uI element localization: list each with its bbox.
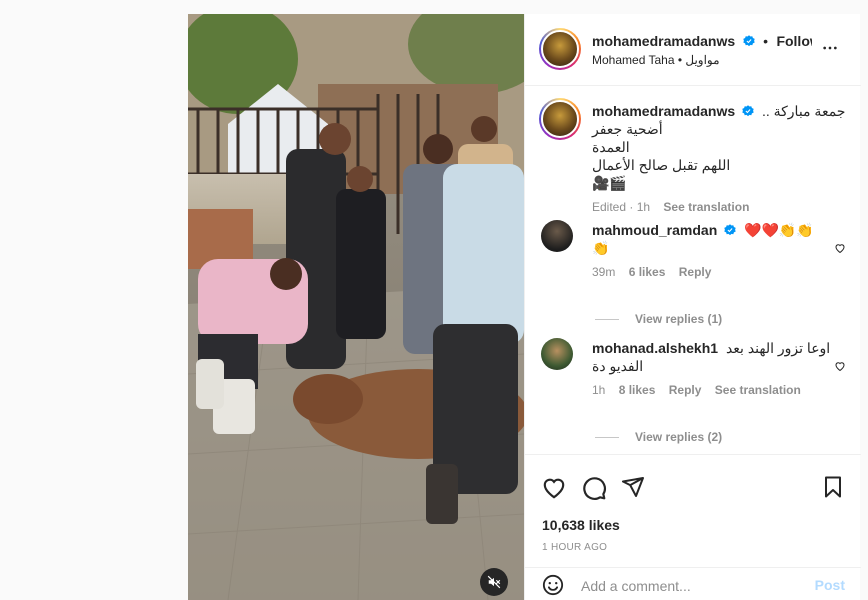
- more-icon[interactable]: [822, 40, 838, 56]
- caption-see-translation[interactable]: See translation: [663, 200, 749, 214]
- view-replies-label: View replies (1): [635, 312, 723, 326]
- caption-avatar[interactable]: [539, 98, 581, 140]
- post-modal: mohamedramadanws • Following Mohamed Tah…: [188, 14, 861, 600]
- likes-count[interactable]: 10,638 likes: [542, 517, 620, 533]
- author-username[interactable]: mohamedramadanws: [592, 33, 735, 49]
- video-frame: [188, 14, 524, 600]
- replies-divider: [595, 437, 619, 439]
- emoji-icon[interactable]: [542, 574, 564, 596]
- comment-time[interactable]: 39m: [592, 265, 615, 279]
- caption-username[interactable]: mohamedramadanws: [592, 103, 735, 119]
- mute-icon: [487, 575, 501, 589]
- replies-divider: [595, 319, 619, 321]
- comment-reply-button[interactable]: Reply: [669, 383, 702, 397]
- caption-line-2: أضحية جعفر العمدة: [592, 121, 663, 155]
- comment-time[interactable]: 1h: [592, 383, 605, 397]
- post-video[interactable]: [188, 14, 524, 600]
- caption-edited-time: Edited · 1h: [592, 200, 651, 214]
- comment-item: mohanad.alshekh1 اوعا تزور الهند بعد الف…: [525, 334, 861, 444]
- comment-icon[interactable]: [581, 475, 607, 501]
- view-replies-label: View replies (2): [635, 430, 723, 444]
- caption-emoji: 🎥🎬: [592, 175, 627, 191]
- verified-icon: [742, 105, 754, 117]
- comment-text-cont: الفديو دة: [592, 358, 644, 374]
- post-header: mohamedramadanws • Following Mohamed Tah…: [525, 14, 861, 86]
- comment-see-translation[interactable]: See translation: [715, 383, 801, 397]
- separator-dot: •: [763, 33, 768, 49]
- comment-like-icon[interactable]: [834, 242, 846, 254]
- bookmark-icon[interactable]: [821, 475, 845, 499]
- comment-avatar[interactable]: [541, 338, 573, 370]
- comment-composer: Post: [525, 567, 861, 600]
- mute-button[interactable]: [480, 568, 508, 596]
- heart-icon[interactable]: [541, 475, 567, 501]
- post-side-panel: mohamedramadanws • Following Mohamed Tah…: [524, 14, 861, 600]
- follow-button[interactable]: Following: [776, 33, 812, 49]
- comment-text-cont: 👏: [592, 240, 610, 256]
- comment-text: اوعا تزور الهند بعد: [725, 340, 831, 356]
- comment-likes[interactable]: 8 likes: [619, 383, 656, 397]
- comment-likes[interactable]: 6 likes: [629, 265, 666, 279]
- post-comment-button[interactable]: Post: [815, 577, 845, 593]
- post-time: 1 HOUR AGO: [542, 542, 608, 553]
- verified-icon: [724, 224, 736, 236]
- caption-line-1: جمعة مباركة ..: [761, 103, 846, 119]
- view-replies-button[interactable]: View replies (2): [595, 430, 722, 444]
- comment-reply-button[interactable]: Reply: [679, 265, 712, 279]
- comment-like-icon[interactable]: [834, 360, 846, 372]
- caption-line-3: اللهم تقبل صالح الأعمال: [592, 157, 731, 173]
- caption: mohamedramadanws جمعة مباركة .. أضحية جع…: [525, 86, 861, 214]
- comment-item: mahmoud_ramdan ❤️❤️👏👏 👏 39m 6 likes Repl…: [525, 214, 861, 326]
- comment-input[interactable]: [581, 576, 801, 596]
- post-actions: 10,638 likes 1 HOUR AGO Post: [525, 454, 861, 600]
- verified-icon: [742, 35, 755, 47]
- view-replies-button[interactable]: View replies (1): [595, 312, 722, 326]
- comment-text: ❤️❤️👏👏: [744, 222, 814, 238]
- author-avatar[interactable]: [539, 28, 581, 70]
- comment-avatar[interactable]: [541, 220, 573, 252]
- audio-subtitle[interactable]: Mohamed Taha • مواويل: [592, 53, 720, 67]
- share-icon[interactable]: [621, 475, 645, 499]
- comment-username[interactable]: mahmoud_ramdan: [592, 222, 717, 238]
- comment-username[interactable]: mohanad.alshekh1: [592, 340, 718, 356]
